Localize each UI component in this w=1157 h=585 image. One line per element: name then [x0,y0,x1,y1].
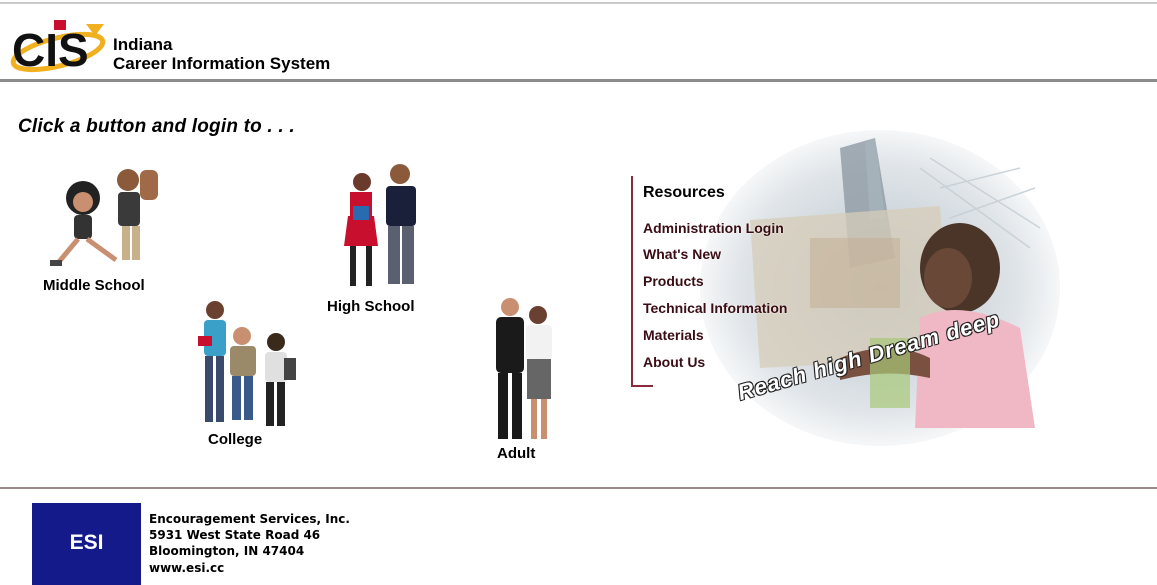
resources-bottom-rule [631,385,653,387]
adult-label: Adult [497,445,536,462]
footer-divider [0,487,1157,489]
whats-new-link[interactable]: What's New [643,246,721,262]
college-students-image [198,301,296,426]
technical-information-link[interactable]: Technical Information [643,300,787,316]
college-label: College [208,431,263,448]
middle-school-students-image [50,169,158,266]
high-school-button[interactable]: High School [322,160,437,320]
about-us-link[interactable]: About Us [643,354,705,370]
esi-logo-text: ESI [69,531,104,554]
cis-logo[interactable]: CIS [8,14,106,78]
top-divider [0,2,1157,4]
resources-side-rule [631,176,633,386]
system-name: Career Information System [113,54,331,73]
site-header: CIS Indiana Career Information System [0,6,1157,80]
city-state-zip: Bloomington, IN 47404 [149,544,305,558]
college-button[interactable]: College [180,298,305,453]
adult-professionals-image [496,298,552,439]
website-link[interactable]: www.esi.cc [149,561,224,575]
administration-login-link[interactable]: Administration Login [643,220,784,236]
middle-school-label: Middle School [43,277,145,294]
state-name: Indiana [113,35,173,54]
street-address: 5931 West State Road 46 [149,528,321,542]
esi-logo[interactable]: ESI [32,503,141,585]
logo-letters: CIS [12,24,89,76]
adult-button[interactable]: Adult [480,295,560,465]
high-school-label: High School [327,298,415,315]
page-tagline: Click a button and login to . . . [18,116,295,137]
resources-heading: Resources [643,184,725,201]
products-link[interactable]: Products [643,273,704,289]
middle-school-button[interactable]: Middle School [40,160,175,300]
company-name: Encouragement Services, Inc. [149,512,350,526]
high-school-students-image [344,164,416,286]
materials-link[interactable]: Materials [643,327,704,343]
header-divider [0,79,1157,82]
